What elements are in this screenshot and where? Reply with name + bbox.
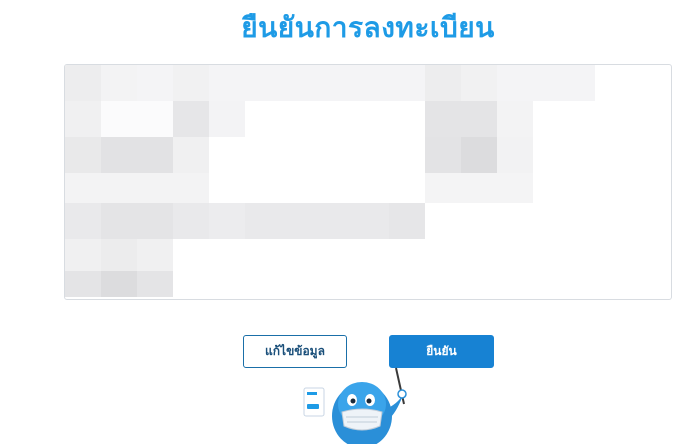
- redacted-block: [389, 203, 425, 239]
- redacted-block: [209, 203, 245, 239]
- redacted-block: [425, 101, 497, 137]
- redacted-block: [173, 65, 209, 101]
- redacted-block: [461, 65, 497, 101]
- redacted-block: [461, 137, 497, 173]
- redacted-block: [101, 271, 137, 297]
- redacted-block: [173, 137, 209, 173]
- redacted-block: [101, 137, 173, 173]
- redacted-block: [497, 101, 533, 137]
- page-title: ยืนยันการลงทะเบียน: [241, 11, 495, 44]
- redacted-block: [425, 137, 461, 173]
- redacted-block: [65, 137, 101, 173]
- redacted-block: [425, 173, 533, 203]
- redacted-block: [101, 203, 173, 239]
- redacted-block: [425, 65, 461, 101]
- redacted-block: [65, 65, 101, 101]
- registration-confirm-page: ยืนยันการลงทะเบียน แก้ไขข้อมูล ยืนยัน: [0, 0, 700, 444]
- redacted-block: [173, 101, 209, 137]
- redacted-block: [65, 101, 101, 137]
- registration-info-box: [64, 64, 672, 300]
- redacted-block: [101, 239, 137, 271]
- redacted-block: [497, 137, 533, 173]
- redacted-block: [65, 173, 209, 203]
- redacted-block: [101, 65, 137, 101]
- dolphin-mascot-with-mask-icon: [300, 364, 420, 444]
- redacted-block: [209, 101, 245, 137]
- redacted-block: [101, 101, 173, 137]
- redacted-block: [65, 65, 595, 101]
